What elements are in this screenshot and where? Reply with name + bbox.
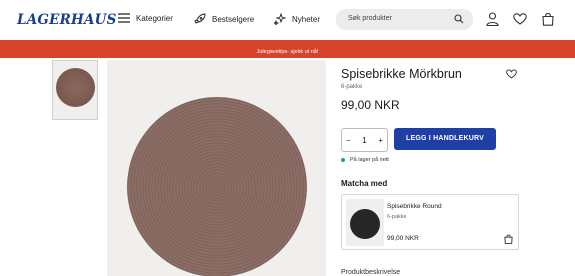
product-description-heading[interactable]: Produktbeskrivelse (341, 269, 400, 276)
nav-categories-label: Kategorier (136, 13, 173, 23)
promo-banner[interactable]: Julegavetips- sjekk ut nå! (0, 40, 575, 58)
product-price: 99,00 NKR (341, 98, 400, 112)
product-subtitle: 6-pakke (341, 84, 363, 90)
site-header: LAGERHAUS Kategorier Bestselgere Nyheter… (0, 0, 575, 40)
account-icon[interactable] (486, 12, 499, 26)
black-placemat-image (350, 209, 380, 239)
match-heading: Matcha med (341, 179, 388, 188)
stock-status: På lager på nett (341, 157, 389, 163)
in-stock-dot-icon (341, 158, 345, 162)
product-title: Spisebrikke Mörkbrun (341, 67, 462, 81)
menu-icon (118, 13, 130, 23)
add-to-cart-button[interactable]: LEGG I HANDLEKURV (394, 128, 496, 150)
shopping-bag-icon[interactable] (542, 12, 554, 26)
nav-bestsellers[interactable]: Bestselgere (194, 13, 254, 25)
match-product-image[interactable] (346, 199, 384, 246)
nav-categories[interactable]: Kategorier (118, 13, 173, 23)
promo-banner-text[interactable]: Julegavetips- sjekk ut nå! (257, 49, 319, 55)
wishlist-heart-icon[interactable] (513, 13, 527, 25)
search-input[interactable]: Søk produkter (348, 15, 392, 22)
match-product-price: 99,00 NKR (387, 235, 419, 242)
search-bar[interactable]: Søk produkter (336, 9, 473, 30)
rocket-icon (194, 13, 206, 24)
placemat-image (127, 97, 307, 276)
nav-news[interactable]: Nyheter (274, 13, 320, 25)
quantity-stepper[interactable]: − 1 + (341, 128, 388, 152)
logo[interactable]: LAGERHAUS (17, 12, 117, 28)
match-product-card[interactable]: Spisebrikke Round 6-pakke 99,00 NKR (341, 194, 519, 250)
match-product-name[interactable]: Spisebrikke Round (387, 203, 442, 210)
stock-status-text: På lager på nett (350, 157, 389, 163)
nav-news-label: Nyheter (292, 14, 321, 24)
nav-bestsellers-label: Bestselgere (212, 14, 255, 24)
quantity-increase-button[interactable]: + (378, 136, 383, 145)
thumbnail-image (56, 68, 95, 107)
favorite-heart-icon[interactable] (506, 69, 517, 79)
product-main-image[interactable] (107, 60, 326, 276)
product-thumbnail[interactable] (52, 60, 98, 120)
add-to-bag-icon[interactable] (504, 234, 513, 244)
match-product-subtitle: 6-pakke (387, 214, 407, 220)
sparkle-icon (274, 13, 286, 25)
quantity-value[interactable]: 1 (362, 136, 366, 145)
quantity-decrease-button[interactable]: − (346, 136, 351, 145)
search-icon[interactable] (454, 14, 464, 24)
